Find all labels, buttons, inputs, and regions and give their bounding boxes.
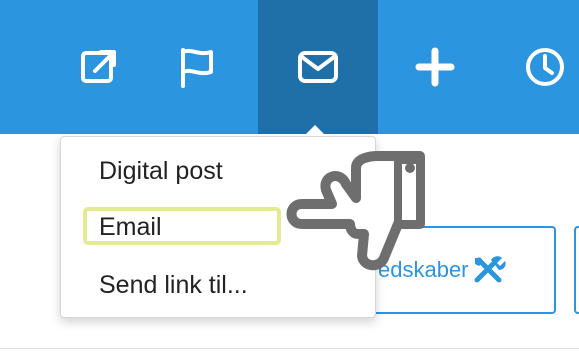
dropdown-caret	[304, 125, 326, 136]
clock-icon	[526, 48, 564, 86]
menu-item-send-link[interactable]: Send link til...	[99, 271, 248, 300]
toolbar	[0, 0, 579, 134]
pointing-hand-cursor-icon	[280, 138, 430, 283]
tools-icon	[474, 256, 506, 283]
external-link-button[interactable]	[62, 0, 136, 134]
history-button[interactable]	[508, 0, 579, 134]
envelope-icon	[298, 51, 338, 83]
add-button[interactable]	[398, 0, 472, 134]
email-button[interactable]	[258, 0, 378, 134]
plus-icon	[415, 47, 455, 87]
menu-item-digital-post[interactable]: Digital post	[99, 157, 223, 186]
divider	[0, 348, 579, 349]
flag-button[interactable]	[160, 0, 234, 134]
flag-icon	[181, 48, 213, 88]
next-button-edge[interactable]	[574, 226, 579, 314]
menu-item-email[interactable]: Email	[99, 213, 162, 242]
external-link-icon	[81, 50, 116, 83]
